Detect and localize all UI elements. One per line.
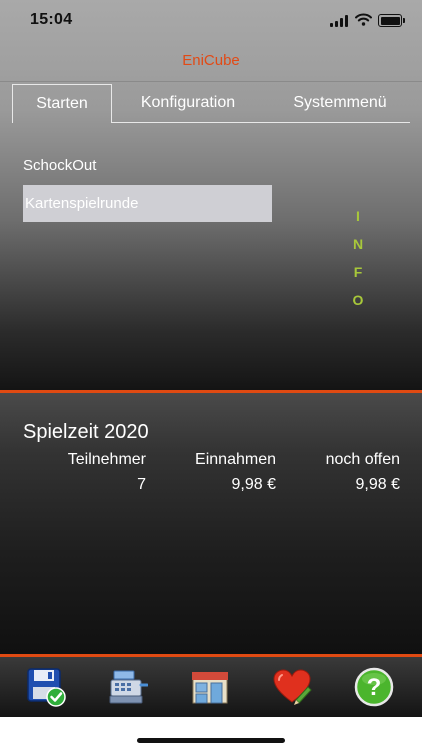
battery-icon [378, 14, 405, 27]
info-letter: O [352, 292, 364, 308]
status-time: 15:04 [30, 11, 73, 28]
app-title: EniCube [182, 52, 240, 69]
col-noch-offen: noch offen [325, 451, 400, 468]
help-icon[interactable]: ? [354, 667, 394, 707]
info-letter: N [352, 236, 364, 252]
tab-konfiguration[interactable]: Konfiguration [116, 84, 260, 122]
col-teilnehmer: Teilnehmer [67, 451, 146, 468]
info-letter: F [353, 264, 363, 280]
title-divider [0, 81, 422, 82]
tab-starten[interactable]: Starten [12, 84, 112, 123]
col-einnahmen: Einnahmen [195, 451, 276, 468]
cash-register-icon[interactable] [108, 667, 148, 707]
tab-underline [112, 122, 410, 123]
shop-icon[interactable] [190, 667, 230, 707]
tab-systemmenue[interactable]: Systemmenü [270, 84, 410, 122]
save-check-icon[interactable] [26, 667, 66, 707]
status-bar: 15:04 [0, 0, 422, 44]
season-title: Spielzeit 2020 [23, 421, 149, 443]
value-einnahmen: 9,98 € [231, 476, 276, 493]
home-area [0, 717, 422, 750]
value-noch-offen: 9,98 € [355, 476, 400, 493]
home-indicator[interactable] [137, 738, 285, 743]
tab-bar: Starten Konfiguration Systemmenü [12, 84, 410, 123]
menu-item-kartenspielrunde[interactable]: Kartenspielrunde [23, 185, 272, 222]
svg-text:?: ? [367, 674, 382, 701]
heart-pencil-icon[interactable] [272, 667, 312, 707]
wifi-icon [355, 13, 372, 26]
info-letter: I [356, 208, 360, 224]
signal-icon [330, 15, 350, 27]
info-button[interactable]: I N F O [350, 208, 366, 320]
menu-item-schockout[interactable]: SchockOut [23, 157, 96, 174]
value-teilnehmer: 7 [137, 476, 146, 493]
